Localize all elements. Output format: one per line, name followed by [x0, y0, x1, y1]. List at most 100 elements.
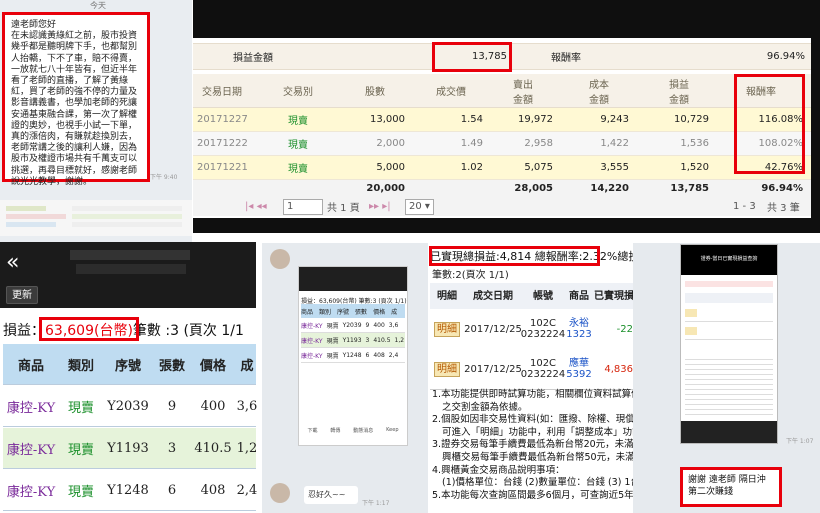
- row-product: 康控-KY: [6, 442, 56, 458]
- row-sell: 5,075: [524, 162, 553, 173]
- col-qty: 張數: [158, 358, 185, 374]
- col-account: 帳號: [533, 290, 553, 302]
- shared-screenshot[interactable]: 損益：63,609(台幣) 筆數:3 (頁次 1/1) 商品 類別 序號 張數 價格成 …: [298, 266, 408, 446]
- col-date: 成交日期: [473, 290, 513, 302]
- row-qty: 6: [167, 482, 177, 498]
- shared-screenshot-right[interactable]: 證券-當日已實現損益查詢: [680, 244, 778, 444]
- row-price: 408: [200, 482, 226, 498]
- blurred-header: [299, 267, 407, 291]
- row-product[interactable]: 應華 5392: [564, 349, 594, 389]
- first-prev-icons[interactable]: |◂ ◂◂: [245, 197, 275, 216]
- table-row[interactable]: 20171222 現賣 2,000 1.49 2,958 1,422 1,536…: [193, 132, 811, 156]
- note-line: (1)價格單位：台錢 (2)數量單位：台錢 (3) 1台兩: [442, 477, 650, 489]
- row-pnl: -22: [616, 323, 633, 335]
- note-line: 3.證券交易每筆手續費最低為新台幣20元，未滿新: [432, 439, 644, 451]
- detail-button[interactable]: 明細: [434, 321, 460, 337]
- pnl-highlight: [432, 42, 512, 72]
- row-sell: 19,972: [518, 114, 553, 125]
- forward-icon[interactable]: 轉傳: [330, 427, 340, 443]
- refresh-button[interactable]: 更新: [6, 286, 38, 304]
- col-amount: 成: [240, 358, 254, 374]
- phone-table-row[interactable]: 康控-KY 現賣 Y1193 3 410.5 1,2: [3, 428, 258, 469]
- timeline-icon[interactable]: 動態消息: [353, 427, 373, 443]
- realized-row[interactable]: 明細 2017/12/25 102C 0232224 永裕 1323 -22: [430, 309, 633, 350]
- note-line: 2.個股如因非交易性資料(如：匯撥、除權、現償、: [432, 414, 645, 426]
- row-qty: 9: [167, 398, 177, 414]
- note-line: 1.本功能提供即時試算功能，相關欄位資料試算僅: [432, 389, 641, 400]
- col-pnl: 損益 金額: [669, 79, 689, 106]
- page-input[interactable]: 1: [283, 197, 323, 216]
- table-row[interactable]: 20171227 現賣 13,000 1.54 19,972 9,243 10,…: [193, 108, 811, 132]
- avatar: [270, 483, 290, 503]
- row-type: 現賣: [288, 140, 308, 151]
- roi-label: 報酬率: [551, 53, 581, 64]
- row-price: 1.49: [460, 138, 483, 149]
- total-shares: 20,000: [366, 183, 405, 194]
- page-size-select[interactable]: 20 ▾: [405, 197, 439, 216]
- realized-row[interactable]: 明細 2017/12/25 102C 0232224 應華 5392 4,836: [430, 349, 633, 390]
- download-icon[interactable]: 下載: [307, 427, 317, 443]
- keep-icon[interactable]: Keep: [386, 427, 398, 443]
- message-time-right: 下午 1:07: [786, 438, 814, 445]
- pagination: |◂ ◂◂ 1 共 1 頁 ▸▸ ▸| 20 ▾ 1 - 3 共 3 筆: [193, 197, 811, 216]
- col-date: 交易日期: [202, 87, 242, 98]
- note-line: 5.本功能每次查詢區間最多6個月，可查詢近5年交: [432, 489, 644, 501]
- totals-row: 20,000 28,005 14,220 13,785 96.94%: [193, 180, 811, 197]
- row-date: 20171227: [197, 114, 248, 125]
- phone-table-row[interactable]: 康控-KY 現賣 Y1248 6 408 2,4: [3, 470, 258, 511]
- row-cost: 9,243: [600, 114, 629, 125]
- message-bubble: 遠老師您好 在未認識黃綠紅之前，股市投資幾乎都是聽明牌下手，也都幫別人抬轎，下不…: [2, 12, 150, 187]
- row-shares: 2,000: [376, 138, 405, 149]
- realized-header: 明細 成交日期 帳號 商品 已實現損益: [430, 283, 644, 310]
- note-line: 興櫃交易每筆手續費最低為新台幣50元，未滿新: [442, 451, 645, 463]
- total-roi: 96.94%: [761, 183, 803, 194]
- total-pnl: 13,785: [670, 183, 709, 194]
- col-category: 類別: [67, 358, 94, 374]
- col-shares: 股數: [365, 87, 385, 98]
- message-bubble-right: 謝謝 遠老師 隔日沖 第二次賺錢: [680, 467, 782, 507]
- row-type: 現賣: [67, 400, 94, 416]
- summary-highlight: [429, 246, 600, 266]
- date-label: 今天: [90, 1, 106, 10]
- mini-icon-bar: 下載 轉傳 動態消息 Keep: [301, 427, 405, 443]
- col-detail: 明細: [437, 290, 457, 302]
- col-sell: 賣出 金額: [513, 79, 533, 106]
- phone-table-row[interactable]: 康控-KY 現賣 Y2039 9 400 3,6: [3, 386, 258, 427]
- next-last-icons[interactable]: ▸▸ ▸|: [369, 197, 399, 216]
- detail-button[interactable]: 明細: [434, 361, 460, 377]
- row-type: 現賣: [67, 484, 94, 500]
- row-amount: 2,4: [236, 482, 258, 498]
- row-pnl: 10,729: [674, 114, 709, 125]
- row-pnl: 1,520: [680, 162, 709, 173]
- range-text: 1 - 3: [733, 201, 756, 212]
- back-icon[interactable]: «: [6, 250, 19, 275]
- summary-highlight: [39, 317, 139, 341]
- roi-value: 96.94%: [766, 51, 805, 62]
- row-type: 現賣: [67, 442, 94, 458]
- row-amount: 1,2: [236, 440, 258, 456]
- row-amount: 3,6: [236, 398, 258, 414]
- mini-table: 商品 類別 序號 張數 價格成 康控-KY 現賣 Y2039 9 400 3,6 康控-KY 現賣 Y…: [301, 304, 405, 363]
- table-row[interactable]: 20171221 現賣 5,000 1.02 5,075 3,555 1,520…: [193, 156, 811, 180]
- phone-title: 證券-當日已實現損益查詢: [681, 245, 777, 275]
- row-product: 康控-KY: [6, 484, 56, 500]
- note-line: 可進入「明細」功能中，利用「調整成本」功能: [442, 426, 642, 438]
- row-product[interactable]: 永裕 1323: [564, 309, 594, 349]
- thumbnail-image[interactable]: [0, 200, 192, 236]
- row-price: 410.5: [194, 440, 232, 456]
- row-serial: Y2039: [107, 398, 149, 414]
- note-line: 4.興櫃黃金交易商品說明事項：: [432, 464, 565, 476]
- row-pnl: 1,536: [680, 138, 709, 149]
- col-cost: 成本 金額: [589, 79, 609, 106]
- pnl-label: 損益金額: [233, 53, 273, 64]
- row-price: 1.54: [460, 114, 483, 125]
- blurred-title: [70, 250, 190, 260]
- row-date: 2017/12/25: [464, 363, 522, 375]
- row-price: 1.02: [460, 162, 483, 173]
- reply-bubble: 忍好久~~: [304, 486, 358, 504]
- total-cost: 14,220: [590, 183, 629, 194]
- count-text: 共 3 筆: [767, 203, 800, 214]
- row-price: 400: [200, 398, 226, 414]
- row-shares: 13,000: [370, 114, 405, 125]
- row-shares: 5,000: [376, 162, 405, 173]
